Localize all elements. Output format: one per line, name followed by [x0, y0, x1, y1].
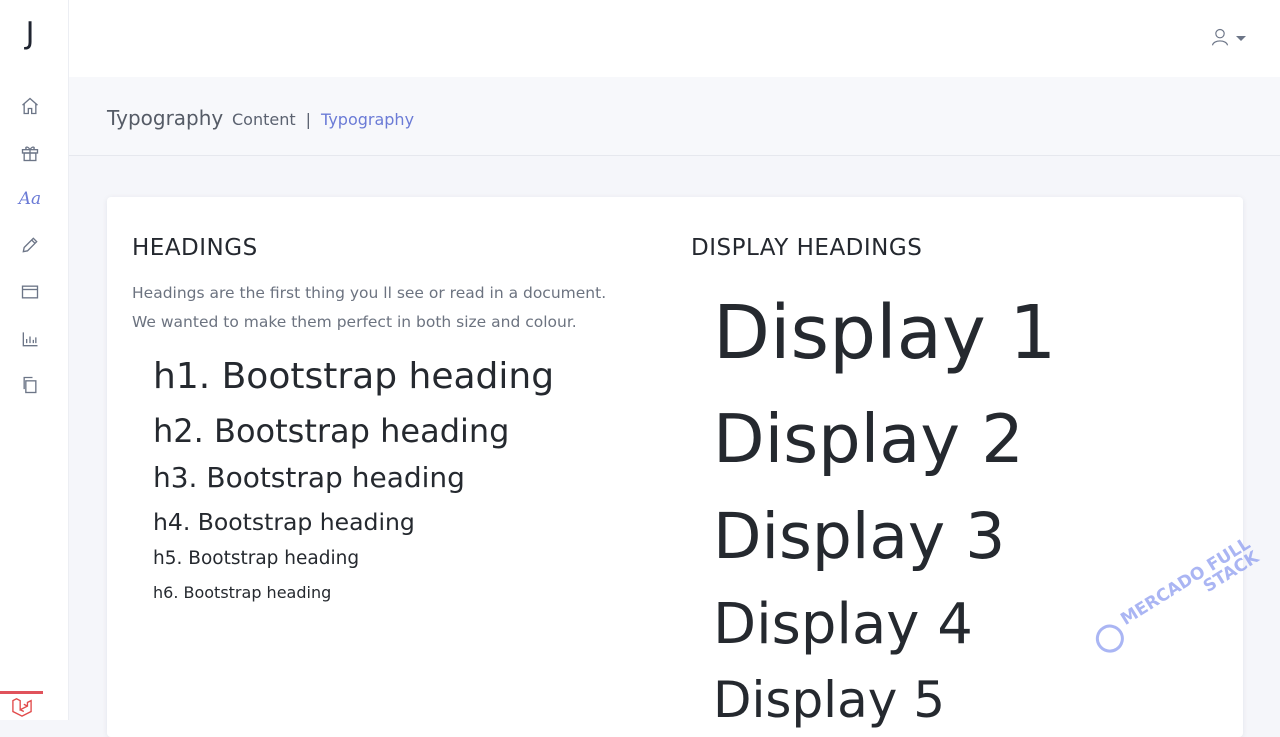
sidebar-item-gift[interactable] — [16, 139, 44, 167]
sidebar-item-chart[interactable] — [16, 325, 44, 353]
window-icon — [21, 285, 39, 299]
typography-card: HEADINGS Headings are the first thing yo… — [107, 197, 1243, 737]
page-title: Typography — [107, 106, 224, 130]
brand-logo[interactable]: J — [0, 16, 60, 51]
sidebar-item-pencil[interactable] — [16, 231, 44, 259]
gift-icon — [21, 146, 39, 162]
sidebar-item-window[interactable] — [16, 278, 44, 306]
page-header: Typography Content | Typography — [69, 77, 1280, 156]
heading-h4: h4. Bootstrap heading — [153, 508, 415, 536]
laravel-logo[interactable] — [0, 691, 43, 720]
heading-h6: h6. Bootstrap heading — [153, 583, 332, 602]
breadcrumb-current[interactable]: Typography — [321, 110, 414, 129]
home-icon — [22, 97, 38, 115]
breadcrumb-parent[interactable]: Content — [232, 110, 296, 129]
sidebar-item-home[interactable] — [16, 92, 44, 120]
user-icon — [1211, 28, 1229, 46]
breadcrumb: Content | Typography — [232, 110, 414, 129]
user-menu[interactable] — [1210, 26, 1246, 48]
display-5: Display 5 — [713, 671, 946, 729]
heading-h3: h3. Bootstrap heading — [153, 461, 465, 494]
display-3: Display 3 — [713, 500, 1006, 573]
sidebar: J Aa — [0, 0, 69, 720]
copy-icon — [23, 376, 37, 394]
heading-h5: h5. Bootstrap heading — [153, 548, 360, 569]
display-1: Display 1 — [713, 290, 1057, 376]
sidebar-item-typography[interactable]: Aa — [16, 185, 44, 213]
pencil-icon — [22, 237, 38, 253]
heading-h2: h2. Bootstrap heading — [153, 412, 510, 450]
heading-h1: h1. Bootstrap heading — [153, 356, 555, 397]
breadcrumb-separator: | — [305, 110, 312, 129]
caret-down-icon — [1236, 35, 1246, 41]
display-2: Display 2 — [713, 400, 1024, 478]
display-headings-title: DISPLAY HEADINGS — [691, 235, 923, 261]
chart-icon — [22, 332, 38, 347]
laravel-logo-icon — [11, 698, 32, 717]
sidebar-item-copy[interactable] — [16, 371, 44, 399]
topbar — [69, 0, 1280, 77]
display-4: Display 4 — [713, 592, 973, 657]
headings-title: HEADINGS — [132, 235, 258, 261]
headings-lead: Headings are the first thing you ll see … — [132, 284, 607, 331]
typography-icon: Aa — [18, 189, 42, 209]
